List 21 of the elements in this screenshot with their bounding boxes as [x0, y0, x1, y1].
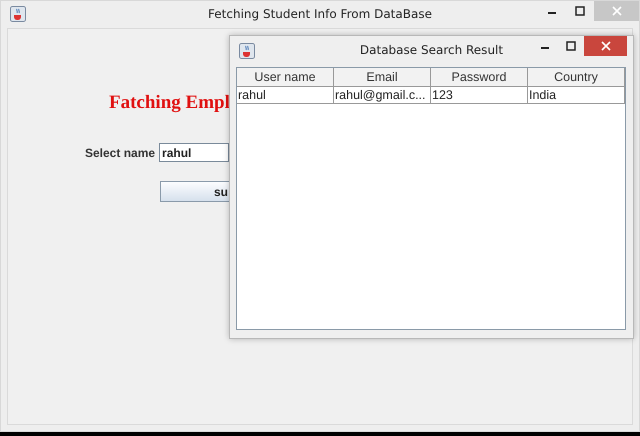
- table-cell: India: [528, 87, 625, 104]
- column-header[interactable]: Email: [334, 68, 431, 87]
- form-heading: Fatching Empl: [109, 92, 230, 114]
- coffee-cup-icon: [239, 43, 255, 59]
- table-cell: rahul: [237, 87, 334, 104]
- select-name-label: Select name: [85, 146, 156, 160]
- column-header[interactable]: Password: [431, 68, 528, 87]
- column-header[interactable]: User name: [237, 68, 334, 87]
- maximize-icon: [566, 41, 576, 51]
- close-icon: [612, 6, 622, 16]
- maximize-icon: [575, 6, 585, 16]
- coffee-cup-icon: [10, 6, 26, 22]
- name-field[interactable]: rahul: [159, 143, 230, 162]
- close-icon: [600, 41, 610, 51]
- submit-button[interactable]: su: [160, 181, 230, 202]
- table-cell: rahul@gmail.c...: [334, 87, 431, 104]
- column-header[interactable]: Country: [528, 68, 625, 87]
- window-title: Database Search Result: [358, 43, 504, 57]
- table-cell: 123: [431, 87, 528, 104]
- close-button[interactable]: [584, 36, 627, 56]
- window-title: Fetching Student Info From DataBase: [207, 7, 433, 21]
